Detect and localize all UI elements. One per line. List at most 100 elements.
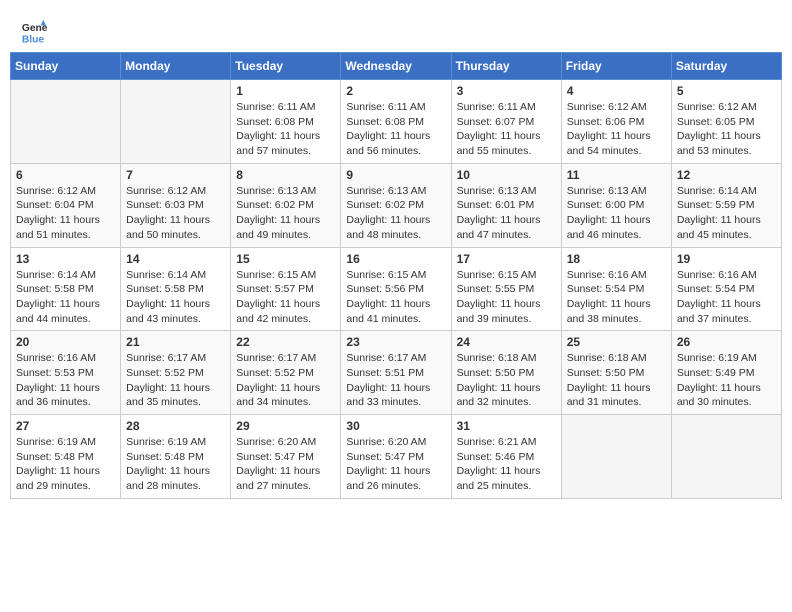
day-cell: 27 Sunrise: 6:19 AM Sunset: 5:48 PM Dayli… [11, 415, 121, 499]
day-number: 6 [16, 168, 115, 182]
day-cell: 24Sunrise: 6:18 AM Sunset: 5:50 PM Dayli… [451, 331, 561, 415]
day-number: 15 [236, 252, 335, 266]
day-info: Sunrise: 6:15 AM Sunset: 5:55 PM Dayligh… [457, 268, 556, 327]
day-info: Sunrise: 6:12 AM Sunset: 6:03 PM Dayligh… [126, 184, 225, 243]
day-info: Sunrise: 6:14 AM Sunset: 5:59 PM Dayligh… [677, 184, 776, 243]
day-info: Sunrise: 6:12 AM Sunset: 6:04 PM Dayligh… [16, 184, 115, 243]
day-info: Sunrise: 6:13 AM Sunset: 6:00 PM Dayligh… [567, 184, 666, 243]
day-cell: 28 Sunrise: 6:19 AM Sunset: 5:48 PM Dayli… [121, 415, 231, 499]
day-cell: 7 Sunrise: 6:12 AM Sunset: 6:03 PM Daylig… [121, 163, 231, 247]
day-number: 30 [346, 419, 445, 433]
day-cell: 19 Sunrise: 6:16 AM Sunset: 5:54 PM Dayli… [671, 247, 781, 331]
logo: General Blue [20, 18, 52, 46]
day-cell: 10 Sunrise: 6:13 AM Sunset: 6:01 PM Dayli… [451, 163, 561, 247]
day-number: 11 [567, 168, 666, 182]
day-number: 31 [457, 419, 556, 433]
day-number: 8 [236, 168, 335, 182]
svg-text:Blue: Blue [22, 34, 45, 45]
day-cell [561, 415, 671, 499]
day-cell [671, 415, 781, 499]
day-number: 13 [16, 252, 115, 266]
day-cell: 18 Sunrise: 6:16 AM Sunset: 5:54 PM Dayli… [561, 247, 671, 331]
page-header: General Blue [10, 10, 782, 52]
day-info: Sunrise: 6:20 AM Sunset: 5:47 PM Dayligh… [236, 435, 335, 494]
week-row-2: 6 Sunrise: 6:12 AM Sunset: 6:04 PM Daylig… [11, 163, 782, 247]
day-number: 1 [236, 84, 335, 98]
day-cell: 8 Sunrise: 6:13 AM Sunset: 6:02 PM Daylig… [231, 163, 341, 247]
day-info: Sunrise: 6:13 AM Sunset: 6:02 PM Dayligh… [236, 184, 335, 243]
day-cell: 12 Sunrise: 6:14 AM Sunset: 5:59 PM Dayli… [671, 163, 781, 247]
week-row-1: 1 Sunrise: 6:11 AM Sunset: 6:08 PM Daylig… [11, 80, 782, 164]
day-number: 21 [126, 335, 225, 349]
day-number: 4 [567, 84, 666, 98]
day-info: Sunrise: 6:12 AM Sunset: 6:06 PM Dayligh… [567, 100, 666, 159]
day-cell: 29 Sunrise: 6:20 AM Sunset: 5:47 PM Dayli… [231, 415, 341, 499]
day-info: Sunrise: 6:11 AM Sunset: 6:08 PM Dayligh… [236, 100, 335, 159]
day-cell: 15 Sunrise: 6:15 AM Sunset: 5:57 PM Dayli… [231, 247, 341, 331]
week-row-5: 27 Sunrise: 6:19 AM Sunset: 5:48 PM Dayli… [11, 415, 782, 499]
day-info: Sunrise: 6:18 AM Sunset: 5:50 PM Dayligh… [567, 351, 666, 410]
day-info: Sunrise: 6:19 AM Sunset: 5:49 PM Dayligh… [677, 351, 776, 410]
day-number: 7 [126, 168, 225, 182]
day-number: 26 [677, 335, 776, 349]
day-number: 19 [677, 252, 776, 266]
weekday-header-monday: Monday [121, 53, 231, 80]
day-number: 23 [346, 335, 445, 349]
day-cell: 3Sunrise: 6:11 AM Sunset: 6:07 PM Daylig… [451, 80, 561, 164]
day-cell: 11 Sunrise: 6:13 AM Sunset: 6:00 PM Dayli… [561, 163, 671, 247]
day-info: Sunrise: 6:19 AM Sunset: 5:48 PM Dayligh… [126, 435, 225, 494]
day-cell: 22Sunrise: 6:17 AM Sunset: 5:52 PM Dayli… [231, 331, 341, 415]
day-number: 12 [677, 168, 776, 182]
day-info: Sunrise: 6:13 AM Sunset: 6:01 PM Dayligh… [457, 184, 556, 243]
day-number: 17 [457, 252, 556, 266]
day-number: 20 [16, 335, 115, 349]
day-info: Sunrise: 6:16 AM Sunset: 5:53 PM Dayligh… [16, 351, 115, 410]
day-number: 16 [346, 252, 445, 266]
day-info: Sunrise: 6:17 AM Sunset: 5:51 PM Dayligh… [346, 351, 445, 410]
weekday-header-friday: Friday [561, 53, 671, 80]
day-cell: 25 Sunrise: 6:18 AM Sunset: 5:50 PM Dayli… [561, 331, 671, 415]
day-info: Sunrise: 6:16 AM Sunset: 5:54 PM Dayligh… [677, 268, 776, 327]
week-row-3: 13 Sunrise: 6:14 AM Sunset: 5:58 PM Dayli… [11, 247, 782, 331]
day-number: 29 [236, 419, 335, 433]
weekday-header-sunday: Sunday [11, 53, 121, 80]
day-cell: 20 Sunrise: 6:16 AM Sunset: 5:53 PM Dayli… [11, 331, 121, 415]
day-info: Sunrise: 6:14 AM Sunset: 5:58 PM Dayligh… [126, 268, 225, 327]
day-info: Sunrise: 6:14 AM Sunset: 5:58 PM Dayligh… [16, 268, 115, 327]
weekday-header-thursday: Thursday [451, 53, 561, 80]
weekday-header-saturday: Saturday [671, 53, 781, 80]
day-cell: 9Sunrise: 6:13 AM Sunset: 6:02 PM Daylig… [341, 163, 451, 247]
calendar-table: SundayMondayTuesdayWednesdayThursdayFrid… [10, 52, 782, 499]
day-number: 3 [457, 84, 556, 98]
weekday-header-row: SundayMondayTuesdayWednesdayThursdayFrid… [11, 53, 782, 80]
day-cell: 14 Sunrise: 6:14 AM Sunset: 5:58 PM Dayli… [121, 247, 231, 331]
day-number: 9 [346, 168, 445, 182]
day-number: 10 [457, 168, 556, 182]
day-info: Sunrise: 6:12 AM Sunset: 6:05 PM Dayligh… [677, 100, 776, 159]
day-cell [11, 80, 121, 164]
day-cell: 4 Sunrise: 6:12 AM Sunset: 6:06 PM Daylig… [561, 80, 671, 164]
day-info: Sunrise: 6:17 AM Sunset: 5:52 PM Dayligh… [236, 351, 335, 410]
day-info: Sunrise: 6:18 AM Sunset: 5:50 PM Dayligh… [457, 351, 556, 410]
day-number: 14 [126, 252, 225, 266]
day-cell: 21 Sunrise: 6:17 AM Sunset: 5:52 PM Dayli… [121, 331, 231, 415]
day-info: Sunrise: 6:20 AM Sunset: 5:47 PM Dayligh… [346, 435, 445, 494]
day-info: Sunrise: 6:15 AM Sunset: 5:57 PM Dayligh… [236, 268, 335, 327]
weekday-header-tuesday: Tuesday [231, 53, 341, 80]
day-number: 25 [567, 335, 666, 349]
day-cell: 13 Sunrise: 6:14 AM Sunset: 5:58 PM Dayli… [11, 247, 121, 331]
day-info: Sunrise: 6:19 AM Sunset: 5:48 PM Dayligh… [16, 435, 115, 494]
day-number: 2 [346, 84, 445, 98]
day-cell: 6 Sunrise: 6:12 AM Sunset: 6:04 PM Daylig… [11, 163, 121, 247]
logo-icon: General Blue [20, 18, 48, 46]
day-info: Sunrise: 6:17 AM Sunset: 5:52 PM Dayligh… [126, 351, 225, 410]
day-cell: 5 Sunrise: 6:12 AM Sunset: 6:05 PM Daylig… [671, 80, 781, 164]
day-number: 5 [677, 84, 776, 98]
day-cell: 23 Sunrise: 6:17 AM Sunset: 5:51 PM Dayli… [341, 331, 451, 415]
day-number: 27 [16, 419, 115, 433]
day-number: 18 [567, 252, 666, 266]
day-cell: 16Sunrise: 6:15 AM Sunset: 5:56 PM Dayli… [341, 247, 451, 331]
day-cell: 2Sunrise: 6:11 AM Sunset: 6:08 PM Daylig… [341, 80, 451, 164]
day-number: 28 [126, 419, 225, 433]
day-info: Sunrise: 6:16 AM Sunset: 5:54 PM Dayligh… [567, 268, 666, 327]
